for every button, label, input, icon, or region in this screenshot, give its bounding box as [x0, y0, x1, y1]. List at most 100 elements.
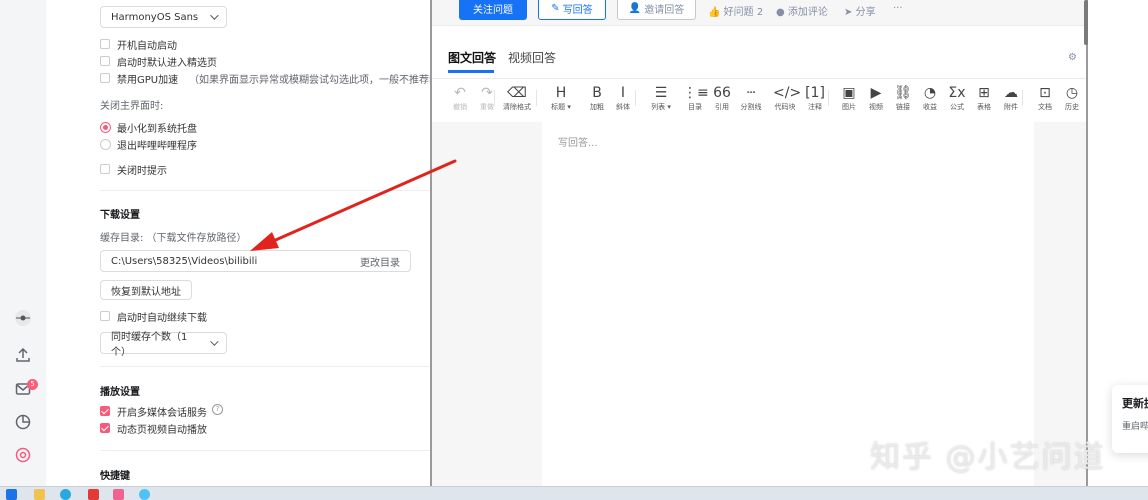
- divider: [432, 78, 1086, 79]
- question-action-bar: 关注问题 ✎ 写回答 👤 邀请回答 👍 好问题 2 ● 添加评论 ➤ 分享 ··…: [432, 0, 1086, 26]
- toolbar-separator: [1022, 90, 1023, 106]
- link-icon: ⛓: [894, 85, 912, 101]
- toolbar-quote-button[interactable]: 66 引用: [710, 84, 734, 112]
- close-prompt-label: 关闭时提示: [117, 166, 167, 177]
- default-featured-label: 启动时默认进入精选页: [117, 58, 217, 69]
- italic-icon: I: [620, 85, 626, 101]
- image-icon: ▣: [842, 85, 856, 101]
- invite-answer-button[interactable]: 👤 邀请回答: [617, 0, 696, 20]
- toolbar-label: 列表 ▾: [651, 103, 671, 111]
- toolbar-divider-button[interactable]: ┄ 分割线: [739, 84, 763, 112]
- mail-badge: 5: [27, 379, 38, 390]
- good-question-label: 好问题 2: [723, 7, 764, 18]
- pen-icon: ✎: [551, 2, 560, 14]
- invite-icon: 👤: [628, 2, 642, 14]
- toolbar-separator: [828, 90, 829, 106]
- auto-resume-checkbox[interactable]: [100, 311, 110, 321]
- divider: [100, 450, 430, 451]
- share-label: 分享: [855, 7, 876, 18]
- list-icon: ☰: [654, 85, 668, 101]
- auto-resume-label: 启动时自动继续下载: [117, 313, 207, 324]
- cache-path-field[interactable]: C:\Users\58325\Videos\bilibili 更改目录: [100, 250, 411, 272]
- start-icon[interactable]: [6, 489, 17, 500]
- tab-text-answer[interactable]: 图文回答: [448, 49, 496, 66]
- help-icon[interactable]: ?: [212, 404, 223, 415]
- history-icon: ◷: [1065, 85, 1079, 101]
- concurrent-select[interactable]: 同时缓存个数（1个）: [100, 332, 227, 358]
- toolbar-italic-button[interactable]: I 斜体: [611, 84, 635, 112]
- toolbar-redo-button[interactable]: ↷ 重做: [475, 84, 499, 112]
- change-dir-button[interactable]: 更改目录: [360, 254, 400, 269]
- font-select[interactable]: HarmonyOS Sans: [100, 6, 227, 28]
- concurrent-select-value: 同时缓存个数（1个）: [111, 332, 188, 358]
- answer-placeholder: 写回答...: [558, 138, 598, 149]
- playback-section-title: 播放设置: [100, 387, 140, 398]
- comment-icon: ●: [776, 7, 785, 18]
- notification-title: 更新提: [1122, 397, 1148, 410]
- formula-icon: Σx: [948, 85, 966, 101]
- redo-icon: ↷: [481, 85, 493, 101]
- invite-answer-label: 邀请回答: [644, 4, 685, 16]
- media-session-checkbox[interactable]: [100, 406, 110, 416]
- more-button[interactable]: ···: [893, 3, 903, 14]
- settings-icon[interactable]: ⚙: [1068, 52, 1077, 63]
- avatar-icon[interactable]: [14, 309, 32, 327]
- eraser-icon: ⌫: [507, 85, 527, 101]
- exit-app-label: 退出哔哩哔哩程序: [117, 141, 197, 152]
- dynamic-autoplay-checkbox[interactable]: [100, 423, 110, 433]
- notification-body: 重启哔: [1122, 422, 1148, 432]
- thumbs-up-icon: 👍: [708, 7, 721, 18]
- editor-toolbar: ↶ 撤销 ↷ 重做 ⌫ 清除格式 H 标题 ▾ B 加粗 I 斜体 ☰ 列表 ▾ ⋮≡ 目录 66 引用 ┄ 分割线 <…: [432, 84, 1086, 118]
- font-select-value: HarmonyOS Sans: [111, 11, 199, 23]
- gpu-hint: （如果界面显示异常或模糊尝试勾选此项，一般不推荐禁: [189, 75, 430, 86]
- folder-icon[interactable]: [34, 489, 45, 500]
- chevron-down-icon: [210, 337, 219, 346]
- table-icon: ⊞: [978, 85, 990, 101]
- default-featured-checkbox[interactable]: [100, 56, 110, 66]
- toolbar-attachment-button[interactable]: ☁ 附件: [999, 84, 1023, 112]
- autostart-checkbox[interactable]: [100, 39, 110, 49]
- attachment-icon: ☁: [1004, 85, 1018, 101]
- share-button[interactable]: ➤ 分享: [844, 3, 876, 18]
- add-comment-button[interactable]: ● 添加评论: [776, 3, 828, 18]
- toolbar-label: 历史: [1065, 103, 1079, 111]
- bold-icon: B: [592, 85, 602, 101]
- app-icon[interactable]: [88, 489, 99, 500]
- toolbar-heading-button[interactable]: H 标题 ▾: [549, 84, 573, 112]
- disable-gpu-checkbox[interactable]: [100, 73, 110, 83]
- close-prompt-checkbox[interactable]: [100, 164, 110, 174]
- bilibili-icon[interactable]: [113, 489, 124, 500]
- code-icon: </>: [773, 85, 802, 101]
- minimize-tray-radio[interactable]: [100, 122, 111, 133]
- toolbar-label: 清除格式: [503, 103, 531, 111]
- exit-app-radio[interactable]: [100, 139, 111, 150]
- minimize-tray-label: 最小化到系统托盘: [117, 124, 197, 135]
- settings-icon[interactable]: [14, 446, 32, 464]
- cache-dir-label: 缓存目录: （下载文件存放路径）: [100, 233, 247, 244]
- update-notification[interactable]: 更新提 重启哔: [1112, 385, 1148, 453]
- edge-icon[interactable]: [60, 489, 71, 500]
- toolbar-code-button[interactable]: </> 代码块: [773, 84, 802, 112]
- write-answer-button[interactable]: ✎ 写回答: [538, 0, 606, 20]
- toolbar-history-button[interactable]: ◷ 历史: [1060, 84, 1084, 112]
- disable-gpu-label: 禁用GPU加速: [117, 75, 179, 86]
- chevron-down-icon: [210, 11, 219, 20]
- history-icon[interactable]: [14, 413, 32, 431]
- income-icon: ◔: [923, 85, 937, 101]
- restore-default-button[interactable]: 恢复到默认地址: [100, 280, 192, 300]
- upload-icon[interactable]: [14, 346, 32, 364]
- chat-icon[interactable]: [139, 489, 150, 500]
- toolbar-footnote-button[interactable]: [1] 注释: [803, 84, 827, 112]
- taskbar: [0, 486, 1148, 500]
- add-comment-label: 添加评论: [787, 7, 828, 18]
- answer-editor-window: 关注问题 ✎ 写回答 👤 邀请回答 👍 好问题 2 ● 添加评论 ➤ 分享 ··…: [430, 0, 1088, 486]
- toolbar-eraser-button[interactable]: ⌫ 清除格式: [503, 84, 531, 112]
- good-question-button[interactable]: 👍 好问题 2: [708, 3, 763, 18]
- tab-video-answer[interactable]: 视频回答: [508, 49, 556, 66]
- toolbar-list-button[interactable]: ☰ 列表 ▾: [649, 84, 673, 112]
- app-sidebar: 5: [0, 0, 46, 486]
- close-main-label: 关闭主界面时:: [100, 101, 164, 112]
- follow-question-button[interactable]: 关注问题: [459, 0, 527, 20]
- toc-icon: ⋮≡: [683, 85, 709, 101]
- cache-path-value: C:\Users\58325\Videos\bilibili: [111, 255, 258, 267]
